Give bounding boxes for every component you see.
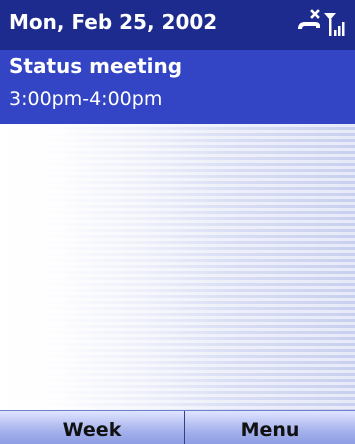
appointment-time: 3:00pm-4:00pm	[9, 88, 163, 110]
title-bar: Mon, Feb 25, 2002	[0, 0, 355, 50]
menu-softkey[interactable]: Menu	[185, 411, 355, 444]
status-icons	[295, 9, 349, 39]
phone-off-icon[interactable]	[298, 9, 320, 29]
appointment-title: Status meeting	[9, 54, 183, 78]
week-softkey[interactable]: Week	[0, 411, 184, 444]
calendar-body	[0, 124, 355, 410]
signal-strength-icon[interactable]	[324, 13, 345, 36]
appointment-item[interactable]: Status meeting 3:00pm-4:00pm	[0, 50, 355, 124]
calendar-screen: Mon, Feb 25, 2002 Status meeting 3:00pm-…	[0, 0, 355, 444]
softkey-bar: Week Menu	[0, 410, 355, 444]
date-title: Mon, Feb 25, 2002	[9, 10, 218, 34]
